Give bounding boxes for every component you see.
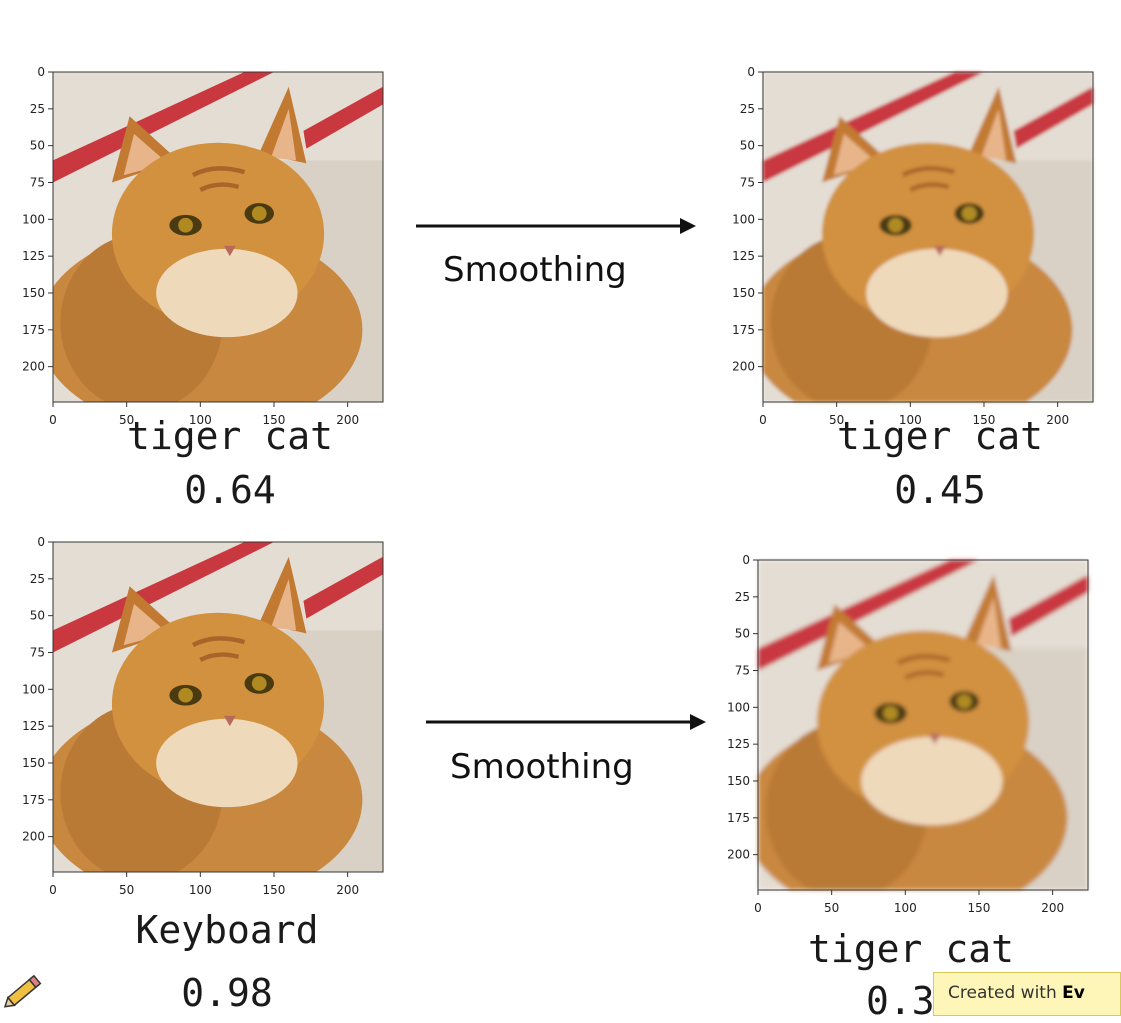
cat-image-plot: 0 25 50 75 100 125 150 175 200 0 50 100 150 200 <box>22 535 384 897</box>
cat-image-plot: 0255075100125150175200 0 50 100 150 200 <box>22 65 384 427</box>
x-tick-label: 50 <box>119 883 134 897</box>
x-tick-label: 0 <box>759 413 767 427</box>
y-tick-label: 75 <box>30 645 45 659</box>
cat-image-plot: 0 25 50 75 100 125 150 175 200 0 50 100 150 200 <box>727 553 1089 915</box>
y-tick-label: 150 <box>22 286 45 300</box>
y-tick-label: 100 <box>22 212 45 226</box>
smoothing-label: Smoothing <box>450 747 634 787</box>
confidence-score: 0.3 <box>866 979 935 1023</box>
y-tick-label: 150 <box>22 756 45 770</box>
y-tick-label: 175 <box>22 323 45 337</box>
class-label: tiger cat <box>127 414 333 458</box>
pencil-icon <box>3 974 42 1008</box>
y-tick-label: 50 <box>30 609 45 623</box>
y-tick-label: 125 <box>22 249 45 263</box>
arrow-right-icon <box>426 714 706 730</box>
y-tick-label: 125 <box>22 719 45 733</box>
x-tick-label: 150 <box>968 901 991 915</box>
class-label: tiger cat <box>837 414 1043 458</box>
arrow-right-icon <box>416 218 696 234</box>
y-tick-label: 0 <box>37 535 45 549</box>
x-tick-label: 0 <box>49 413 57 427</box>
y-tick-label: 0 <box>742 553 750 567</box>
x-tick-label: 150 <box>263 883 286 897</box>
y-tick-label: 100 <box>22 682 45 696</box>
y-tick-label: 100 <box>732 212 755 226</box>
y-tick-label: 50 <box>735 627 750 641</box>
y-tick-label: 200 <box>22 360 45 374</box>
y-tick-label: 150 <box>727 774 750 788</box>
y-tick-label: 75 <box>735 663 750 677</box>
cat-image-plot: 0255075100125150175200 0 50 100 150 200 <box>732 65 1094 427</box>
x-tick-label: 100 <box>894 901 917 915</box>
y-tick-label: 75 <box>740 175 755 189</box>
confidence-score: 0.64 <box>184 468 276 512</box>
y-tick-label: 0 <box>747 65 755 79</box>
confidence-score: 0.45 <box>894 468 986 512</box>
smoothing-label: Smoothing <box>443 250 627 290</box>
y-tick-label: 175 <box>22 793 45 807</box>
y-tick-label: 25 <box>735 590 750 604</box>
y-tick-label: 150 <box>732 286 755 300</box>
y-tick-label: 200 <box>22 830 45 844</box>
x-tick-label: 100 <box>189 883 212 897</box>
x-tick-label: 0 <box>49 883 57 897</box>
y-tick-label: 125 <box>727 737 750 751</box>
class-label: Keyboard <box>135 908 319 952</box>
y-tick-label: 50 <box>740 139 755 153</box>
y-tick-label: 125 <box>732 249 755 263</box>
y-tick-label: 175 <box>732 323 755 337</box>
created-with-watermark: Created with Ev <box>933 972 1121 1016</box>
x-tick-label: 200 <box>336 883 359 897</box>
y-tick-label: 175 <box>727 811 750 825</box>
x-tick-label: 0 <box>754 901 762 915</box>
y-tick-label: 200 <box>732 360 755 374</box>
y-tick-label: 200 <box>727 848 750 862</box>
confidence-score: 0.98 <box>181 971 273 1015</box>
x-tick-label: 50 <box>824 901 839 915</box>
y-tick-label: 50 <box>30 139 45 153</box>
y-tick-label: 100 <box>727 700 750 714</box>
y-tick-label: 25 <box>30 102 45 116</box>
y-tick-label: 0 <box>37 65 45 79</box>
y-tick-label: 75 <box>30 175 45 189</box>
y-tick-label: 25 <box>740 102 755 116</box>
y-tick-label: 25 <box>30 572 45 586</box>
class-label: tiger cat <box>808 927 1014 971</box>
x-tick-label: 200 <box>1041 901 1064 915</box>
